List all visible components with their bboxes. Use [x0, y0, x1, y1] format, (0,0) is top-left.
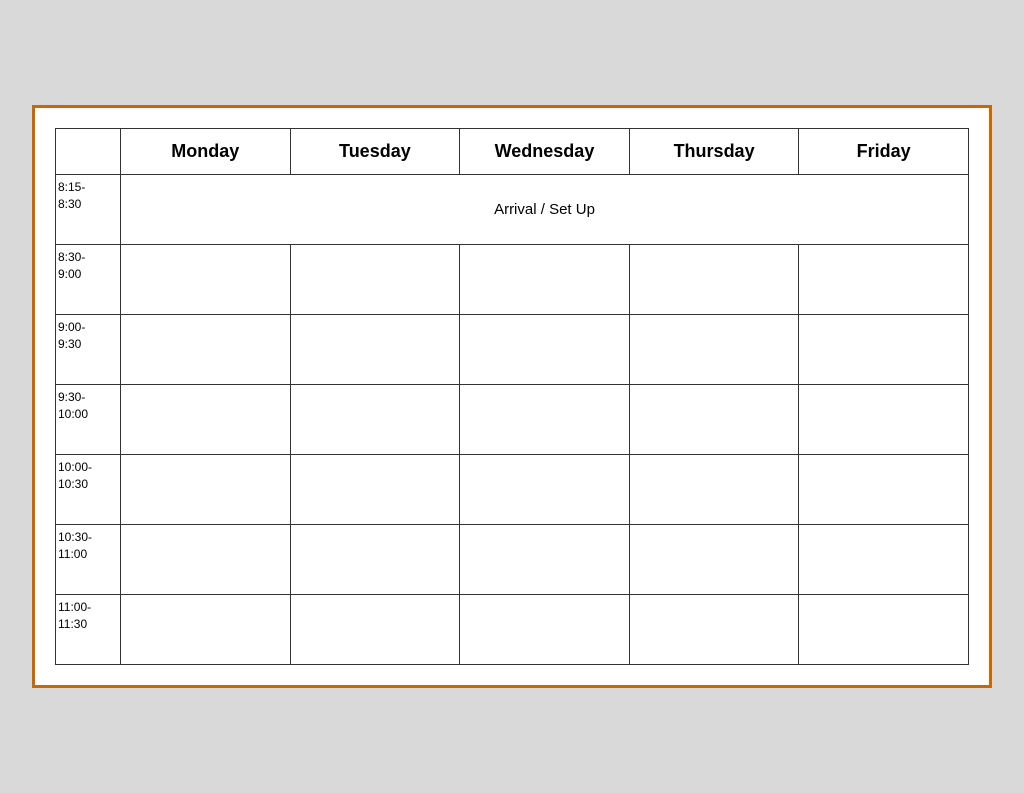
header-tuesday: Tuesday: [290, 129, 460, 175]
cell-mon-1000: [121, 455, 291, 525]
time-1100-1130: 11:00-11:30: [56, 595, 121, 665]
header-thursday: Thursday: [629, 129, 799, 175]
header-time-empty: [56, 129, 121, 175]
cell-tue-1000: [290, 455, 460, 525]
cell-tue-1030: [290, 525, 460, 595]
cell-tue-900: [290, 315, 460, 385]
header-wednesday: Wednesday: [460, 129, 630, 175]
cell-mon-930: [121, 385, 291, 455]
table-row: 10:30-11:00: [56, 525, 969, 595]
cell-fri-830: [799, 245, 969, 315]
cell-tue-1100: [290, 595, 460, 665]
calendar-page: Monday Tuesday Wednesday Thursday Friday…: [32, 105, 992, 688]
cell-thu-1100: [629, 595, 799, 665]
cell-tue-930: [290, 385, 460, 455]
cell-wed-930: [460, 385, 630, 455]
arrival-label: Arrival / Set Up: [121, 175, 969, 245]
cell-thu-900: [629, 315, 799, 385]
cell-fri-930: [799, 385, 969, 455]
cell-tue-830: [290, 245, 460, 315]
cell-thu-930: [629, 385, 799, 455]
cell-wed-900: [460, 315, 630, 385]
cell-fri-900: [799, 315, 969, 385]
time-815-830: 8:15-8:30: [56, 175, 121, 245]
table-row: 9:30-10:00: [56, 385, 969, 455]
cell-mon-900: [121, 315, 291, 385]
cell-wed-830: [460, 245, 630, 315]
cell-mon-1100: [121, 595, 291, 665]
arrival-row: 8:15-8:30 Arrival / Set Up: [56, 175, 969, 245]
cell-mon-830: [121, 245, 291, 315]
time-830-900: 8:30-9:00: [56, 245, 121, 315]
cell-fri-1000: [799, 455, 969, 525]
time-1030-1100: 10:30-11:00: [56, 525, 121, 595]
time-900-930: 9:00-9:30: [56, 315, 121, 385]
time-930-1000: 9:30-10:00: [56, 385, 121, 455]
cell-fri-1100: [799, 595, 969, 665]
cell-mon-1030: [121, 525, 291, 595]
table-row: 10:00-10:30: [56, 455, 969, 525]
header-monday: Monday: [121, 129, 291, 175]
cell-thu-1000: [629, 455, 799, 525]
table-row: 8:30-9:00: [56, 245, 969, 315]
schedule-table: Monday Tuesday Wednesday Thursday Friday…: [55, 128, 969, 665]
table-row: 11:00-11:30: [56, 595, 969, 665]
cell-wed-1030: [460, 525, 630, 595]
header-friday: Friday: [799, 129, 969, 175]
cell-fri-1030: [799, 525, 969, 595]
cell-thu-830: [629, 245, 799, 315]
cell-thu-1030: [629, 525, 799, 595]
table-row: 9:00-9:30: [56, 315, 969, 385]
time-1000-1030: 10:00-10:30: [56, 455, 121, 525]
cell-wed-1100: [460, 595, 630, 665]
cell-wed-1000: [460, 455, 630, 525]
